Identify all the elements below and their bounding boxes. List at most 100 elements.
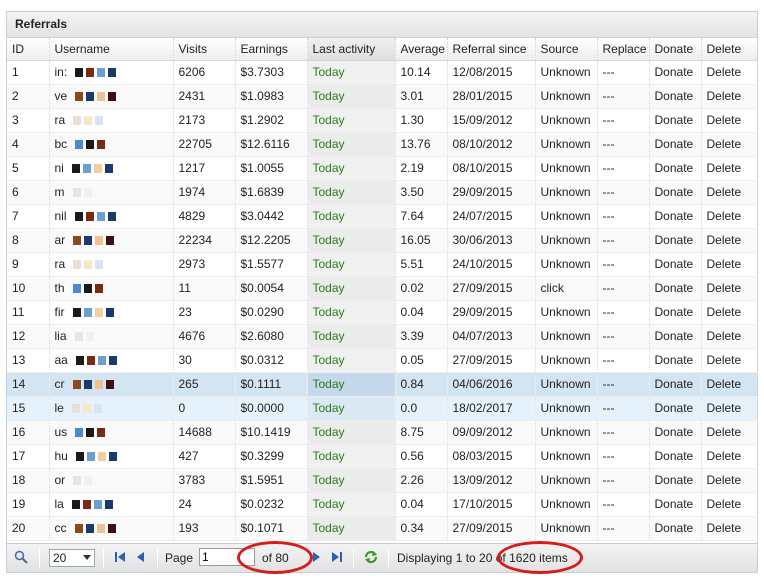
- delete-link[interactable]: Delete: [701, 276, 758, 301]
- donate-link-text: Donate: [654, 473, 694, 487]
- delete-link[interactable]: Delete: [701, 180, 758, 205]
- table-row[interactable]: 11 fir 23 $0.0290 Today 0.04 29/09/2015 Unknown…: [7, 300, 758, 325]
- donate-link-text: Donate: [654, 161, 694, 175]
- delete-link[interactable]: Delete: [701, 492, 758, 517]
- delete-link[interactable]: Delete: [701, 468, 758, 493]
- cell-username: ni: [49, 156, 174, 181]
- cell-source-text: Unknown: [540, 329, 591, 343]
- donate-link[interactable]: Donate: [649, 228, 702, 253]
- table-row[interactable]: 17 hu 427 $0.3299 Today 0.56 08/03/2015 Unknown…: [7, 444, 758, 469]
- donate-link[interactable]: Donate: [649, 108, 702, 133]
- delete-link[interactable]: Delete: [701, 396, 758, 421]
- delete-link[interactable]: Delete: [701, 108, 758, 133]
- table-row[interactable]: 6 m 1974 $1.6839 Today 3.50 29/09/2015 Unknown -…: [7, 180, 758, 205]
- col-header-id[interactable]: ID: [7, 38, 50, 61]
- delete-link[interactable]: Delete: [701, 228, 758, 253]
- page-number-input[interactable]: [199, 548, 255, 566]
- delete-link[interactable]: Delete: [701, 300, 758, 325]
- donate-link[interactable]: Donate: [649, 84, 702, 109]
- table-row[interactable]: 5 ni 1217 $1.0055 Today 2.19 08/10/2015 Unknown…: [7, 156, 758, 181]
- donate-link[interactable]: Donate: [649, 396, 702, 421]
- cell-last-activity-text: Today: [312, 113, 345, 127]
- donate-link[interactable]: Donate: [649, 156, 702, 181]
- donate-link[interactable]: Donate: [649, 300, 702, 325]
- delete-link[interactable]: Delete: [701, 156, 758, 181]
- next-page-icon[interactable]: [308, 549, 324, 565]
- col-header-username[interactable]: Username: [49, 38, 174, 61]
- cell-source: Unknown: [535, 156, 598, 181]
- cell-username: cr: [49, 372, 174, 397]
- delete-link[interactable]: Delete: [701, 444, 758, 469]
- donate-link[interactable]: Donate: [649, 324, 702, 349]
- col-header-earnings[interactable]: Earnings: [235, 38, 308, 61]
- donate-link[interactable]: Donate: [649, 132, 702, 157]
- search-icon[interactable]: [13, 549, 29, 565]
- table-row[interactable]: 14 cr 265 $0.1111 Today 0.84 04/06/2016 Unknown…: [7, 372, 758, 397]
- table-row[interactable]: 7 nil 4829 $3.0442 Today 7.64 24/07/2015 Unknow…: [7, 204, 758, 229]
- donate-link[interactable]: Donate: [649, 468, 702, 493]
- donate-link[interactable]: Donate: [649, 252, 702, 277]
- col-header-delete[interactable]: Delete: [701, 38, 758, 61]
- table-row[interactable]: 13 aa 30 $0.0312 Today 0.05 27/09/2015 Unknown -…: [7, 348, 758, 373]
- donate-link[interactable]: Donate: [649, 444, 702, 469]
- table-row[interactable]: 1 in: 6206 $3.7303 Today 10.14 12/08/2015 Unkno…: [7, 60, 758, 85]
- donate-link[interactable]: Donate: [649, 276, 702, 301]
- cell-replace-text: ---: [602, 353, 615, 367]
- donate-link[interactable]: Donate: [649, 180, 702, 205]
- col-header-last-activity[interactable]: Last activity: [307, 38, 396, 61]
- col-header-average[interactable]: Average: [395, 38, 448, 61]
- table-row[interactable]: 3 ra 2173 $1.2902 Today 1.30 15/09/2012 Unknown…: [7, 108, 758, 133]
- cell-id: 6: [7, 180, 50, 205]
- table-row[interactable]: 9 ra 2973 $1.5577 Today 5.51 24/10/2015 Unknown…: [7, 252, 758, 277]
- cell-source: Unknown: [535, 108, 598, 133]
- delete-link[interactable]: Delete: [701, 84, 758, 109]
- delete-link[interactable]: Delete: [701, 348, 758, 373]
- prev-page-icon[interactable]: [133, 549, 149, 565]
- table-row[interactable]: 2 ve 2431 $1.0983 Today 3.01 28/01/2015 Unknown…: [7, 84, 758, 109]
- table-row[interactable]: 20 cc 193 $0.1071 Today 0.34 27/09/2015 Unknown…: [7, 516, 758, 541]
- delete-link[interactable]: Delete: [701, 516, 758, 541]
- col-header-replace[interactable]: Replace: [597, 38, 650, 61]
- donate-link[interactable]: Donate: [649, 492, 702, 517]
- col-header-source[interactable]: Source: [535, 38, 598, 61]
- donate-link[interactable]: Donate: [649, 60, 702, 85]
- donate-link[interactable]: Donate: [649, 516, 702, 541]
- col-header-referral-since[interactable]: Referral since: [447, 38, 536, 61]
- delete-link[interactable]: Delete: [701, 204, 758, 229]
- cell-source-text: Unknown: [540, 353, 591, 367]
- donate-link[interactable]: Donate: [649, 372, 702, 397]
- delete-link[interactable]: Delete: [701, 324, 758, 349]
- col-header-visits[interactable]: Visits: [173, 38, 236, 61]
- cell-source-text: Unknown: [540, 233, 591, 247]
- delete-link[interactable]: Delete: [701, 420, 758, 445]
- last-page-icon[interactable]: [329, 549, 345, 565]
- table-row[interactable]: 19 la 24 $0.0232 Today 0.04 17/10/2015 Unknown -…: [7, 492, 758, 517]
- delete-link[interactable]: Delete: [701, 60, 758, 85]
- delete-link[interactable]: Delete: [701, 132, 758, 157]
- redacted-block: [86, 68, 95, 78]
- page-size-select[interactable]: 20: [49, 549, 95, 567]
- delete-link[interactable]: Delete: [701, 252, 758, 277]
- cell-replace-text: ---: [602, 89, 615, 103]
- first-page-icon[interactable]: [112, 549, 128, 565]
- table-row[interactable]: 15 le 0 $0.0000 Today 0.0 18/02/2017 Unknown ---…: [7, 396, 758, 421]
- cell-earnings: $0.0290: [235, 300, 308, 325]
- donate-link[interactable]: Donate: [649, 348, 702, 373]
- donate-link-text: Donate: [654, 89, 694, 103]
- donate-link[interactable]: Donate: [649, 204, 702, 229]
- col-header-donate[interactable]: Donate: [649, 38, 702, 61]
- cell-referral-since-text: 04/06/2016: [452, 377, 513, 391]
- table-row[interactable]: 16 us 14688 $10.1419 Today 8.75 09/09/2012 Unkn…: [7, 420, 758, 445]
- table-row[interactable]: 10 th 11 $0.0054 Today 0.02 27/09/2015 click ---…: [7, 276, 758, 301]
- delete-link[interactable]: Delete: [701, 372, 758, 397]
- referrals-panel: Referrals ID Username Visits Earnings La…: [6, 11, 758, 574]
- donate-link[interactable]: Donate: [649, 420, 702, 445]
- table-row[interactable]: 4 bc 22705 $12.6116 Today 13.76 08/10/2012 Unkn…: [7, 132, 758, 157]
- cell-replace: ---: [597, 180, 650, 205]
- table-row[interactable]: 12 lia 4676 $2.6080 Today 3.39 04/07/2013 Unkno…: [7, 324, 758, 349]
- table-row[interactable]: 18 or 3783 $1.5951 Today 2.26 13/09/2012 Unknow…: [7, 468, 758, 493]
- cell-id-text: 12: [12, 329, 26, 343]
- refresh-icon[interactable]: [363, 549, 379, 565]
- table-row[interactable]: 8 ar 22234 $12.2205 Today 16.05 30/06/2013 Unkn…: [7, 228, 758, 253]
- cell-replace: ---: [597, 108, 650, 133]
